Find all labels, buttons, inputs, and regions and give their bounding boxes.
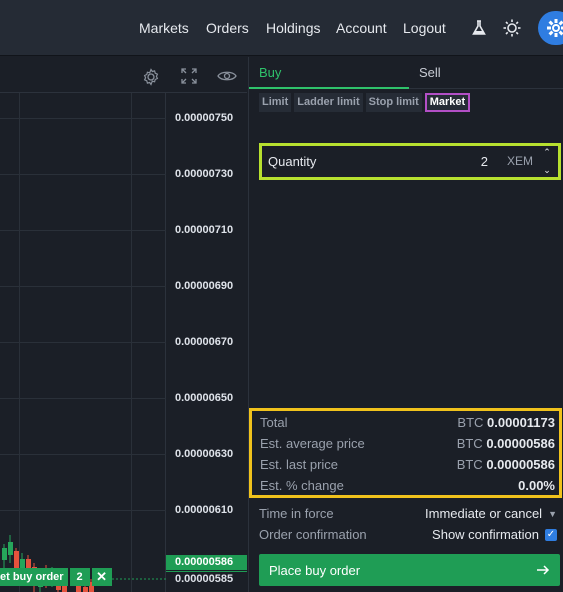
time-in-force-select[interactable]: Immediate or cancel ▼	[425, 506, 557, 521]
summary-row-pct-change: Est. % change 0.00%	[260, 475, 555, 496]
time-in-force-label: Time in force	[259, 506, 334, 521]
order-type-limit[interactable]: Limit	[259, 93, 292, 112]
quantity-field[interactable]: Quantity 2 XEM ⌃ ⌄	[259, 143, 561, 180]
candle	[8, 542, 13, 555]
order-confirmation-label: Order confirmation	[259, 527, 367, 542]
fullscreen-icon[interactable]	[180, 67, 198, 85]
candle	[14, 551, 19, 569]
chart-toolbar	[0, 57, 247, 93]
axis-tick: 0.00000710	[175, 224, 234, 236]
order-summary: Total BTC 0.00001173 Est. average price …	[249, 408, 562, 498]
summary-label: Total	[260, 415, 288, 430]
settings-gear-button[interactable]	[538, 11, 563, 45]
nav-holdings[interactable]: Holdings	[266, 20, 320, 36]
place-order-label: Place buy order	[269, 562, 361, 578]
time-in-force-value: Immediate or cancel	[425, 506, 543, 521]
place-buy-order-button[interactable]: Place buy order	[259, 554, 560, 586]
price-axis: 0.00000750 0.00000730 0.00000710 0.00000…	[166, 93, 247, 592]
candle	[76, 585, 81, 592]
chart-settings-icon[interactable]	[141, 67, 161, 87]
order-type-ladder-limit[interactable]: Ladder limit	[294, 93, 363, 112]
order-type-market[interactable]: Market	[424, 93, 471, 112]
chevron-up-icon[interactable]: ⌃	[540, 147, 554, 158]
axis-tick: 0.00000690	[175, 280, 234, 292]
chart-plot-area[interactable]	[0, 93, 166, 592]
summary-label: Est. last price	[260, 457, 339, 472]
chart-order-marker[interactable]: et buy order 2 ✕	[0, 568, 112, 586]
nav-account[interactable]: Account	[336, 20, 387, 36]
top-navbar: Markets Orders Holdings Account Logout	[0, 0, 563, 56]
summary-currency: BTC	[456, 457, 483, 472]
summary-value: 0.00000586	[486, 436, 555, 451]
quantity-input[interactable]: 2	[481, 154, 488, 169]
quantity-unit: XEM	[506, 154, 533, 168]
summary-currency: BTC	[457, 415, 484, 430]
candle	[83, 587, 88, 592]
axis-tick: 0.00000650	[175, 392, 234, 404]
order-marker-close-button[interactable]: ✕	[91, 568, 112, 586]
summary-row-avg-price: Est. average price BTC 0.00000586	[260, 433, 555, 454]
axis-tick: 0.00000750	[175, 112, 234, 124]
order-confirmation-row: Order confirmation Show confirmation ✓	[259, 524, 557, 545]
summary-value: 0.00001173	[487, 415, 555, 430]
time-in-force-row: Time in force Immediate or cancel ▼	[259, 503, 557, 524]
caret-down-icon: ▼	[548, 508, 557, 519]
axis-tick: 0.00000630	[175, 448, 234, 460]
last-price-tag: 0.00000586	[166, 555, 247, 570]
axis-tick: 0.00000670	[175, 336, 234, 348]
summary-row-last-price: Est. last price BTC 0.00000586	[260, 454, 555, 475]
order-type-stop-limit[interactable]: Stop limit	[365, 93, 422, 112]
chevron-down-icon[interactable]: ⌄	[540, 165, 554, 176]
order-panel: Buy Sell Limit Ladder limit Stop limit M…	[248, 57, 563, 592]
arrow-right-icon	[537, 565, 550, 575]
price-chart[interactable]: 0.00000750 0.00000730 0.00000710 0.00000…	[0, 57, 247, 592]
quantity-label: Quantity	[268, 154, 317, 169]
summary-label: Est. average price	[260, 436, 365, 451]
axis-tick: 0.00000610	[175, 504, 234, 516]
show-confirmation-checkbox[interactable]: ✓	[545, 528, 557, 541]
nav-markets[interactable]: Markets	[139, 20, 189, 36]
candle	[2, 548, 7, 560]
nav-logout[interactable]: Logout	[403, 20, 446, 36]
gear-icon	[547, 19, 563, 37]
buy-sell-tabs: Buy Sell	[249, 57, 563, 89]
tab-buy[interactable]: Buy	[249, 57, 409, 89]
axis-tick: 0.00000730	[175, 168, 234, 180]
quantity-stepper[interactable]: ⌃ ⌄	[540, 147, 554, 176]
order-price-tag: 0.00000585	[166, 571, 247, 586]
summary-currency: BTC	[456, 436, 483, 451]
summary-row-total: Total BTC 0.00001173	[260, 412, 555, 433]
eye-icon[interactable]	[217, 68, 237, 84]
sun-icon[interactable]	[502, 18, 522, 38]
show-confirmation-label: Show confirmation	[432, 527, 539, 542]
order-marker-label: et buy order	[0, 568, 68, 586]
tab-sell[interactable]: Sell	[409, 57, 563, 89]
order-type-selector: Limit Ladder limit Stop limit Market	[259, 93, 471, 112]
flask-icon[interactable]	[470, 19, 488, 37]
nav-orders[interactable]: Orders	[206, 20, 249, 36]
order-marker-qty: 2	[69, 568, 90, 586]
summary-value: 0.00000586	[486, 457, 555, 472]
summary-label: Est. % change	[260, 478, 344, 493]
summary-value: 0.00%	[518, 478, 555, 493]
candlesticks	[2, 535, 166, 592]
